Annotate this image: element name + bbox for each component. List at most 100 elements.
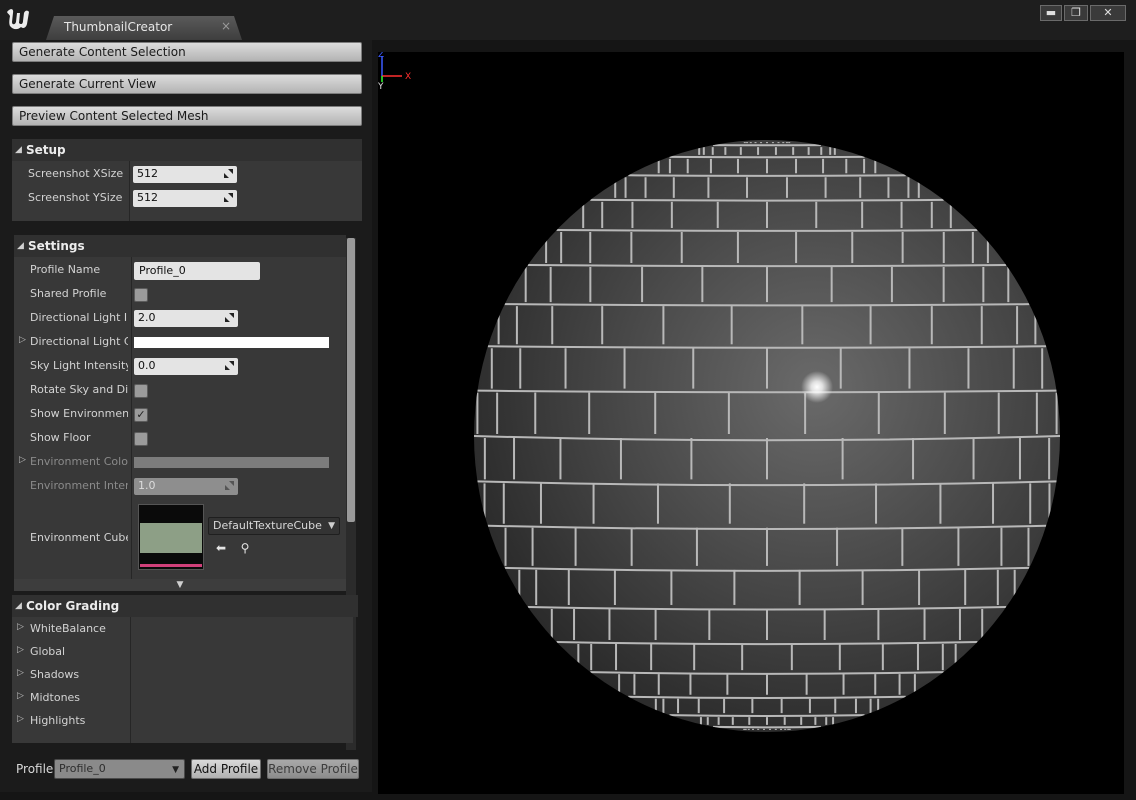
browse-asset-icon[interactable]: ⚲	[238, 541, 252, 555]
environment-intensity-row: Environment Intensity 1.0	[14, 474, 346, 498]
screenshot-xsize-input[interactable]: 512	[133, 166, 237, 183]
axis-x-label: X	[405, 72, 411, 82]
remove-profile-button[interactable]: Remove Profile	[267, 759, 359, 779]
expand-icon[interactable]: ▷	[17, 714, 24, 724]
directional-light-color-label: Directional Light Color	[30, 335, 128, 348]
expand-icon[interactable]: ▷	[17, 645, 24, 655]
color-grading-item[interactable]: ▷ WhiteBalance	[12, 617, 353, 641]
environment-color-label: Environment Color	[30, 455, 128, 468]
profile-dropdown-value: Profile_0	[59, 762, 106, 775]
shared-profile-label: Shared Profile	[30, 287, 107, 300]
tab-thumbnail-creator[interactable]: ThumbnailCreator ×	[46, 16, 242, 40]
add-profile-button[interactable]: Add Profile	[191, 759, 261, 779]
dropdown-arrow-icon: ▼	[172, 765, 179, 775]
profile-name-label: Profile Name	[30, 263, 101, 276]
color-grading-item[interactable]: ▷ Global	[12, 640, 353, 664]
show-environment-checkbox[interactable]: ✓	[134, 408, 148, 422]
show-floor-checkbox[interactable]	[134, 432, 148, 446]
spin-arrows-icon	[225, 313, 234, 322]
show-environment-label: Show Environment	[30, 407, 128, 420]
rotate-sky-checkbox[interactable]	[134, 384, 148, 398]
expand-icon[interactable]: ▷	[19, 455, 26, 465]
cube-map-asset-name: DefaultTextureCube	[213, 519, 322, 532]
color-grading-item[interactable]: ▷ Highlights	[12, 709, 353, 733]
tab-title: ThumbnailCreator	[64, 20, 173, 34]
profile-name-row: Profile Name Profile_0	[14, 258, 346, 282]
collapse-icon: ◢	[15, 601, 22, 611]
environment-intensity-label: Environment Intensity	[30, 479, 128, 492]
midtones-label: Midtones	[30, 691, 81, 704]
environment-intensity-value: 1.0	[138, 479, 156, 492]
rotate-sky-row: Rotate Sky and Directional Light	[14, 378, 346, 402]
color-grading-section: ▷ WhiteBalance ▷ Global ▷ Shadows ▷ Midt…	[12, 617, 353, 743]
color-grading-title: Color Grading	[26, 599, 120, 613]
spin-arrows-icon	[225, 481, 234, 490]
settings-title: Settings	[28, 239, 85, 253]
cube-map-thumbnail[interactable]	[138, 504, 204, 570]
close-window-button[interactable]: ✕	[1090, 5, 1126, 21]
settings-section: Profile Name Profile_0 Shared Profile Di…	[14, 257, 346, 579]
settings-scrollbar-thumb[interactable]	[347, 238, 355, 522]
maximize-button[interactable]: ❐	[1064, 5, 1088, 21]
preview-content-selected-mesh-button[interactable]: Preview Content Selected Mesh	[12, 106, 362, 126]
generate-current-view-button[interactable]: Generate Current View	[12, 74, 362, 94]
color-grading-section-header[interactable]: ◢ Color Grading	[12, 595, 358, 617]
shared-profile-row: Shared Profile	[14, 282, 346, 306]
environment-cube-map-label: Environment Cube Map	[30, 531, 128, 544]
sky-light-intensity-row: Sky Light Intensity 0.0	[14, 354, 346, 378]
shadows-label: Shadows	[30, 668, 80, 681]
profile-name-input[interactable]: Profile_0	[134, 262, 260, 280]
directional-light-intensity-input[interactable]: 2.0	[134, 310, 238, 327]
color-grading-item[interactable]: ▷ Midtones	[12, 686, 353, 710]
axis-y-label: Y	[378, 82, 384, 92]
global-label: Global	[30, 645, 66, 658]
shared-profile-checkbox[interactable]	[134, 288, 148, 302]
sky-light-intensity-input[interactable]: 0.0	[134, 358, 238, 375]
settings-expand-arrow-icon[interactable]: ▼	[14, 579, 346, 591]
unreal-logo-icon	[7, 9, 29, 30]
tab-close-icon[interactable]: ×	[221, 19, 231, 33]
screenshot-ysize-label: Screenshot YSize	[28, 191, 123, 204]
environment-color-row: ▷ Environment Color	[14, 450, 346, 474]
rotate-sky-label: Rotate Sky and Directional Light	[30, 383, 128, 396]
preview-viewport[interactable]: Z X Y	[378, 52, 1124, 794]
cube-map-asset-picker[interactable]: DefaultTextureCube ▼	[208, 517, 340, 535]
color-grading-item[interactable]: ▷ Shadows	[12, 663, 353, 687]
screenshot-xsize-label: Screenshot XSize	[28, 167, 124, 180]
screenshot-xsize-value: 512	[137, 167, 158, 180]
environment-color-swatch[interactable]	[134, 457, 329, 468]
environment-cube-map-row: Environment Cube Map DefaultTextureCube …	[14, 501, 346, 575]
dropdown-arrow-icon: ▼	[328, 521, 335, 531]
profile-dropdown[interactable]: Profile_0 ▼	[54, 759, 185, 779]
expand-icon[interactable]: ▷	[17, 622, 24, 632]
collapse-icon: ◢	[17, 241, 24, 251]
screenshot-ysize-value: 512	[137, 191, 158, 204]
environment-intensity-input[interactable]: 1.0	[134, 478, 238, 495]
light-highlight	[801, 371, 833, 403]
directional-light-color-row: ▷ Directional Light Color	[14, 330, 346, 354]
directional-light-color-swatch[interactable]	[134, 337, 329, 348]
screenshot-ysize-row: Screenshot YSize 512	[12, 186, 362, 210]
spin-arrows-icon	[225, 361, 234, 370]
cube-map-preview	[140, 523, 202, 553]
sky-light-intensity-value: 0.0	[138, 359, 156, 372]
expand-icon[interactable]: ▷	[17, 691, 24, 701]
screenshot-xsize-row: Screenshot XSize 512	[12, 162, 362, 186]
show-floor-label: Show Floor	[30, 431, 91, 444]
spin-arrows-icon	[224, 193, 233, 202]
minimize-button[interactable]: ▬	[1040, 5, 1062, 21]
setup-title: Setup	[26, 143, 66, 157]
directional-light-intensity-value: 2.0	[138, 311, 156, 324]
expand-icon[interactable]: ▷	[17, 668, 24, 678]
setup-section: Screenshot XSize 512 Screenshot YSize 51…	[12, 161, 362, 221]
setup-section-header[interactable]: ◢ Setup	[12, 139, 362, 161]
axis-gizmo-icon: Z X Y	[378, 52, 411, 92]
axis-z-label: Z	[378, 52, 384, 60]
settings-section-header[interactable]: ◢ Settings	[14, 235, 346, 257]
generate-content-selection-button[interactable]: Generate Content Selection	[12, 42, 362, 62]
use-selected-asset-icon[interactable]: ⬅	[214, 541, 228, 555]
directional-light-intensity-label: Directional Light Intensity	[30, 311, 128, 324]
expand-icon[interactable]: ▷	[19, 335, 26, 345]
cube-map-type-stripe	[140, 564, 202, 567]
screenshot-ysize-input[interactable]: 512	[133, 190, 237, 207]
